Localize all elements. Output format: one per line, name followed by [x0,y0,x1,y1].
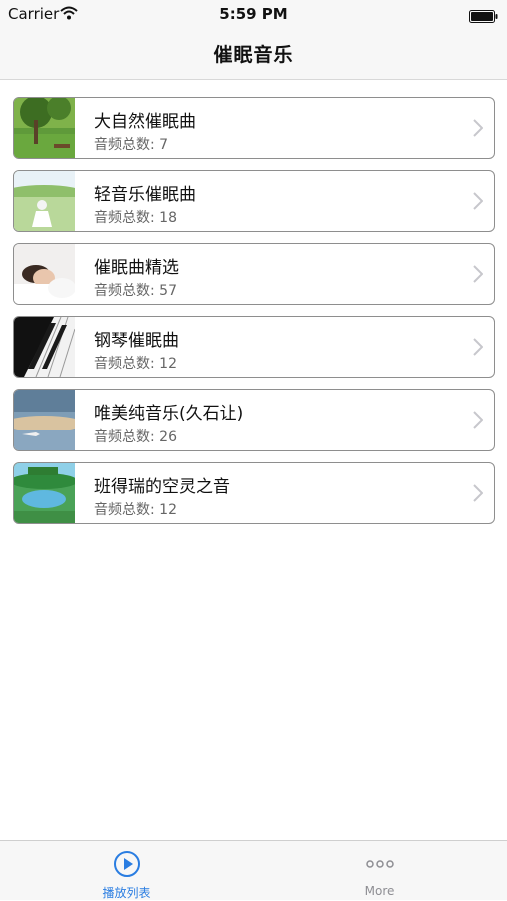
lake-thumbnail [14,463,75,523]
list-item-count: 音频总数: 57 [94,283,177,299]
list-item[interactable]: 大自然催眠曲 音频总数: 7 [13,97,495,159]
list-item[interactable]: 钢琴催眠曲 音频总数: 12 [13,316,495,378]
list-item-title: 班得瑞的空灵之音 [94,477,230,497]
tab-label: More [364,884,395,898]
forest-thumbnail [14,98,75,158]
sleeping-woman-thumbnail [14,244,75,304]
chevron-right-icon [473,484,484,506]
meadow-thumbnail [14,171,75,231]
list-item[interactable]: 班得瑞的空灵之音 音频总数: 12 [13,462,495,524]
piano-thumbnail [14,317,75,377]
tab-more[interactable]: More [253,841,506,901]
chevron-right-icon [473,411,484,433]
page-title: 催眠音乐 [213,44,294,66]
play-circle-icon [0,850,253,882]
chevron-right-icon [473,338,484,360]
playlist-list: 大自然催眠曲 音频总数: 7 轻音乐催眠曲 音频总数: 18 催眠曲精选 音频总… [13,97,495,535]
sky-thumbnail [14,390,75,450]
tab-label: 播放列表 [102,886,151,900]
list-item-count: 音频总数: 26 [94,429,177,445]
list-item-title: 钢琴催眠曲 [94,331,179,351]
list-item-count: 音频总数: 12 [94,502,177,518]
tab-bar: 播放列表 More [0,840,507,900]
more-dots-icon [253,850,506,882]
list-item[interactable]: 催眠曲精选 音频总数: 57 [13,243,495,305]
list-item-title: 唯美纯音乐(久石让) [94,404,244,424]
status-bar: Carrier 5:59 PM [0,0,507,28]
list-item-title: 催眠曲精选 [94,258,179,278]
list-item-title: 大自然催眠曲 [94,112,196,132]
chevron-right-icon [473,192,484,214]
list-item[interactable]: 唯美纯音乐(久石让) 音频总数: 26 [13,389,495,451]
list-item-count: 音频总数: 18 [94,210,177,226]
battery-icon [469,8,499,27]
list-item-count: 音频总数: 7 [94,137,169,153]
list-item-title: 轻音乐催眠曲 [94,185,196,205]
tab-playlist[interactable]: 播放列表 [0,841,253,901]
list-item-count: 音频总数: 12 [94,356,177,372]
navigation-bar: 催眠音乐 [0,28,507,80]
status-time: 5:59 PM [219,5,288,23]
chevron-right-icon [473,265,484,287]
list-item[interactable]: 轻音乐催眠曲 音频总数: 18 [13,170,495,232]
chevron-right-icon [473,119,484,141]
